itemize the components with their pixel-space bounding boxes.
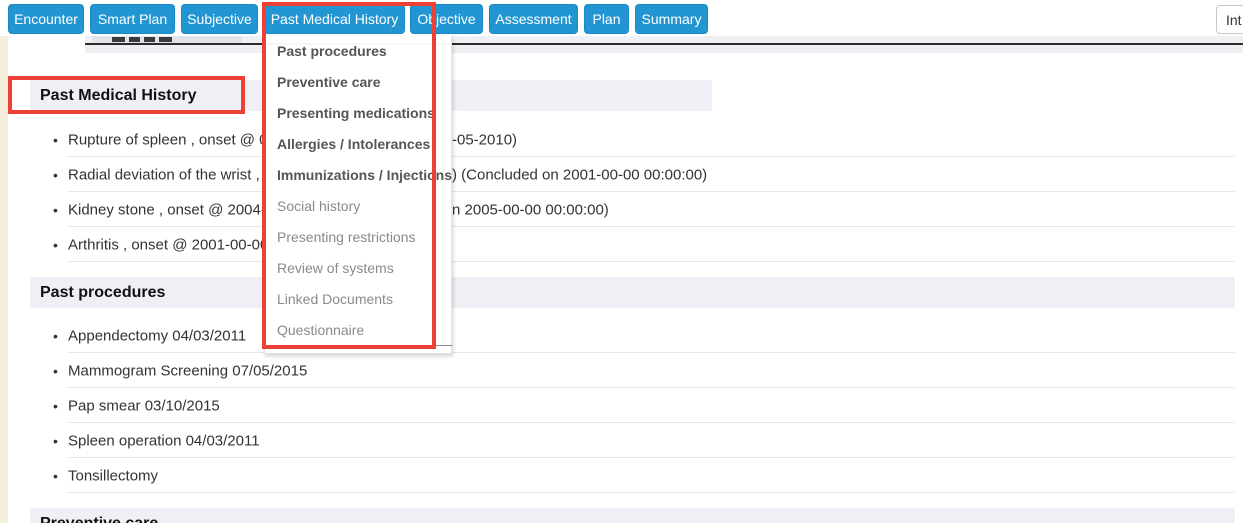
nav-button-label: Subjective xyxy=(187,11,252,27)
nav-button-label: Plan xyxy=(592,11,620,27)
bullet-icon xyxy=(53,167,58,183)
dropdown-item-past-procedures[interactable]: Past procedures xyxy=(265,36,451,67)
list-item-text: Spleen operation 04/03/2011 xyxy=(68,432,260,449)
left-edge-strip xyxy=(0,36,8,523)
list-item-text: Rupture of spleen , onset @ 0 xyxy=(68,131,268,148)
nav-button-summary[interactable]: Summary xyxy=(635,4,708,34)
nav-button-label: Int xyxy=(1226,12,1242,28)
nav-button-subjective[interactable]: Subjective xyxy=(181,4,258,34)
list-item-text: Mammogram Screening 07/05/2015 xyxy=(68,362,307,379)
past-medical-history-dropdown: Past procedures Preventive care Presenti… xyxy=(264,36,452,354)
list-item: Kidney stone , onset @ 2004- n 2005-00-0… xyxy=(30,192,1235,227)
nav-button-smart-plan[interactable]: Smart Plan xyxy=(90,4,175,34)
list-item: Mammogram Screening 07/05/2015 xyxy=(30,353,1235,388)
list-item: Radial deviation of the wrist , ) (Concl… xyxy=(30,157,1235,192)
list-item: Rupture of spleen , onset @ 0 -05-2010) xyxy=(30,122,1235,157)
clipped-text-mark xyxy=(129,37,140,42)
dropdown-item-linked-documents[interactable]: Linked Documents xyxy=(265,284,451,315)
list-item: Arthritis , onset @ 2001-00-00 xyxy=(30,227,1235,262)
nav-button-label: Assessment xyxy=(495,11,571,27)
list-item-text: Tonsillectomy xyxy=(68,467,158,484)
clipped-text-mark xyxy=(159,37,172,42)
row-divider xyxy=(68,261,1235,262)
nav-button-label: Summary xyxy=(642,11,702,27)
list-item-text: ) (Concluded on 2001-00-00 00:00:00) xyxy=(452,166,707,183)
dropdown-item-social-history[interactable]: Social history xyxy=(265,191,451,222)
list-item: Tonsillectomy xyxy=(30,458,1235,493)
list-item-text: n 2005-00-00 00:00:00) xyxy=(452,201,609,218)
bullet-icon xyxy=(53,468,58,484)
dropdown-item-immunizations-injections[interactable]: Immunizations / Injections xyxy=(265,160,451,191)
dropdown-item-presenting-medications[interactable]: Presenting medications xyxy=(265,98,451,129)
list-item-text: Arthritis , onset @ 2001-00-00 xyxy=(68,236,268,253)
bullet-icon xyxy=(53,328,58,344)
nav-button-assessment[interactable]: Assessment xyxy=(489,4,578,34)
bullet-icon xyxy=(53,433,58,449)
list-item-text: Pap smear 03/10/2015 xyxy=(68,397,220,414)
dropdown-item-questionnaire[interactable]: Questionnaire xyxy=(265,315,451,346)
nav-button-label: Objective xyxy=(417,11,475,27)
dropdown-item-presenting-restrictions[interactable]: Presenting restrictions xyxy=(265,222,451,253)
clipped-text-mark xyxy=(144,37,155,42)
panel-top-border xyxy=(85,43,1243,45)
nav-button-overflow-int[interactable]: Int xyxy=(1216,5,1243,34)
dropdown-item-review-of-systems[interactable]: Review of systems xyxy=(265,253,451,284)
dropdown-item-preventive-care[interactable]: Preventive care xyxy=(265,67,451,98)
list-item: Pap smear 03/10/2015 xyxy=(30,388,1235,423)
nav-button-encounter[interactable]: Encounter xyxy=(8,4,84,34)
section-header-preventive-care: Preventive care xyxy=(30,508,1235,523)
bullet-icon xyxy=(53,132,58,148)
list-item: Appendectomy 04/03/2011 xyxy=(30,318,1235,353)
nav-button-past-medical-history[interactable]: Past Medical History xyxy=(264,4,405,34)
nav-button-objective[interactable]: Objective xyxy=(410,4,483,34)
nav-button-label: Encounter xyxy=(14,11,78,27)
list-item-text: Kidney stone , onset @ 2004- xyxy=(68,201,266,218)
nav-button-label: Smart Plan xyxy=(98,11,167,27)
app-window: Encounter Smart Plan Subjective Past Med… xyxy=(0,0,1243,523)
list-item: Spleen operation 04/03/2011 xyxy=(30,423,1235,458)
dropdown-item-allergies-intolerances[interactable]: Allergies / Intolerances xyxy=(265,129,451,160)
bullet-icon xyxy=(53,398,58,414)
bullet-icon xyxy=(53,202,58,218)
list-item-text: Radial deviation of the wrist , xyxy=(68,166,260,183)
bullet-icon xyxy=(53,237,58,253)
nav-button-label: Past Medical History xyxy=(271,11,399,27)
nav-button-plan[interactable]: Plan xyxy=(584,4,629,34)
bullet-icon xyxy=(53,363,58,379)
dropdown-bottom-rule xyxy=(277,345,452,346)
past-procedures-list: Appendectomy 04/03/2011 Mammogram Screen… xyxy=(30,318,1235,493)
past-medical-history-list: Rupture of spleen , onset @ 0 -05-2010) … xyxy=(30,122,1235,262)
list-item-text: Appendectomy 04/03/2011 xyxy=(68,327,246,344)
row-divider xyxy=(68,492,1235,493)
section-header-past-procedures: Past procedures xyxy=(30,277,1235,308)
clipped-text-mark xyxy=(112,37,125,42)
list-item-text: -05-2010) xyxy=(452,131,517,148)
